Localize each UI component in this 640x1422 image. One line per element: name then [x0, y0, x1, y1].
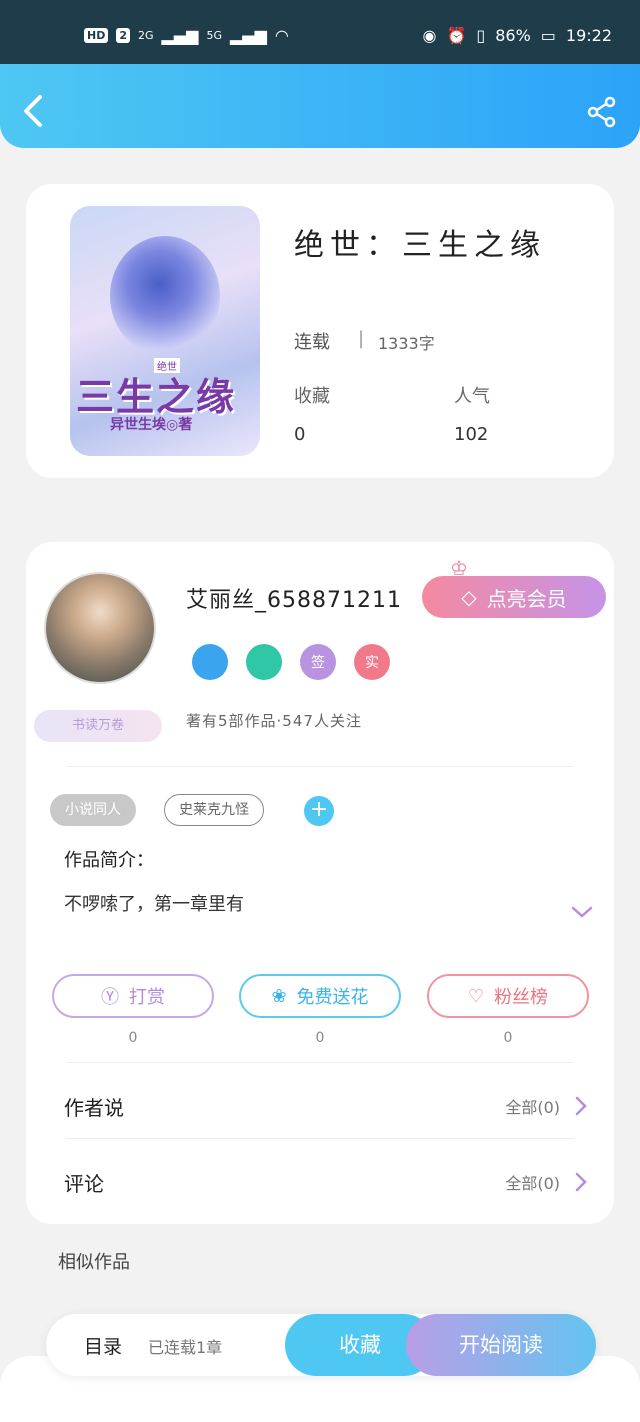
divider — [66, 766, 574, 767]
signal-icon: ▂▄▆ — [161, 26, 199, 45]
tag-shrek[interactable]: 史莱克九怪 — [164, 794, 264, 826]
meta-separator: | — [358, 328, 365, 349]
signed-medal[interactable]: 签 — [300, 644, 336, 680]
verified-medal[interactable]: 实 — [354, 644, 390, 680]
vibrate-icon: ▯ — [476, 26, 486, 45]
signal-5g-label: 5G — [206, 29, 222, 42]
vip-button-label: 点亮会员 — [486, 586, 567, 611]
cover-title: 三生之缘 — [76, 375, 237, 419]
alarm-icon: ⏰ — [446, 26, 467, 45]
add-tag-button[interactable]: + — [304, 796, 334, 826]
stat-popularity-label: 人气 — [454, 386, 490, 407]
avatar[interactable] — [44, 572, 156, 684]
medal-list: 签 实 — [192, 644, 390, 680]
status-bar: HD 2 2G ▂▄▆ 5G ▂▄▆ ◠ ◉ ⏰ ▯ 86% ▭ 19:22 — [0, 0, 640, 64]
battery-percent: 86% — [495, 26, 531, 45]
divider — [66, 1138, 574, 1139]
comments-label: 评论 — [64, 1172, 104, 1196]
share-icon[interactable] — [586, 96, 618, 128]
book-cover[interactable]: 绝世 三生之缘 异世生埃◎著 — [70, 206, 260, 456]
handshake-medal-icon[interactable] — [246, 644, 282, 680]
divider — [66, 1062, 574, 1063]
author-says-row[interactable]: 作者说 全部(0) — [64, 1086, 588, 1126]
author-username[interactable]: 艾丽丝_658871211 — [186, 582, 402, 614]
rank-badge: 书读万卷 — [34, 710, 162, 742]
sim-indicator: 2 — [116, 28, 130, 43]
chevron-down-icon[interactable] — [570, 904, 594, 920]
works-info: 著有5部作品·547人关注 — [186, 712, 362, 730]
book-info-card: 绝世 三生之缘 异世生埃◎著 绝世：三生之缘 连载 | 1333字 收藏 0 人… — [26, 184, 614, 478]
chevron-left-icon[interactable] — [20, 94, 48, 128]
eye-icon: ◉ — [422, 26, 437, 45]
chevron-right-icon — [575, 1096, 587, 1116]
send-flower-label: 免费送花 — [296, 987, 369, 1008]
cover-author: 异世生埃◎著 — [110, 417, 193, 433]
book-title: 绝世：三生之缘 — [294, 228, 546, 263]
start-reading-button[interactable]: 开始阅读 — [406, 1314, 596, 1376]
similar-works-heading: 相似作品 — [58, 1252, 130, 1273]
intro-label: 作品简介： — [64, 850, 154, 871]
diamond-icon: ◇ — [461, 585, 477, 609]
fan-count: 0 — [503, 1030, 513, 1046]
toc-button[interactable]: 目录 — [84, 1332, 122, 1359]
word-count: 1333字 — [378, 334, 435, 353]
reward-button[interactable]: Ⓨ 打赏 — [52, 974, 214, 1018]
signal-2g-label: 2G — [138, 29, 154, 42]
reward-label: 打赏 — [129, 987, 165, 1008]
intro-text: 不啰嗦了，第一章里有 — [64, 894, 244, 915]
clock: 19:22 — [565, 26, 612, 45]
cover-illustration — [110, 236, 220, 356]
battery-icon: ▭ — [540, 26, 556, 45]
comments-count: 全部(0) — [505, 1174, 560, 1193]
phone-medal-icon[interactable] — [192, 644, 228, 680]
hd-indicator: HD — [84, 28, 109, 43]
flower-count: 0 — [315, 1030, 325, 1046]
stat-popularity-value: 102 — [454, 424, 489, 445]
chapter-status: 已连载1章 — [148, 1338, 223, 1357]
stat-collect-label: 收藏 — [294, 386, 330, 407]
book-status: 连载 — [294, 332, 330, 353]
bottom-action-bar: 目录 已连载1章 收藏 开始阅读 — [46, 1314, 596, 1376]
wifi-icon: ◠ — [274, 26, 289, 45]
author-says-label: 作者说 — [64, 1096, 124, 1120]
signal-icon: ▂▄▆ — [229, 26, 267, 45]
top-header — [0, 64, 640, 148]
send-flower-button[interactable]: ❀ 免费送花 — [239, 974, 401, 1018]
chevron-right-icon — [575, 1172, 587, 1192]
tag-fanfic[interactable]: 小说同人 — [50, 794, 136, 826]
vip-button[interactable]: ◇ 点亮会员 — [422, 576, 606, 618]
author-says-count: 全部(0) — [505, 1098, 560, 1117]
stat-collect-value: 0 — [294, 424, 306, 445]
yen-icon: Ⓨ — [101, 987, 119, 1008]
fan-ranking-label: 粉丝榜 — [494, 987, 549, 1008]
flower-icon: ❀ — [271, 985, 287, 1007]
comments-row[interactable]: 评论 全部(0) — [64, 1162, 588, 1202]
reward-count: 0 — [128, 1030, 138, 1046]
user-heart-icon: ♡ — [467, 985, 485, 1007]
author-card: 书读万卷 艾丽丝_658871211 ♔ ◇ 点亮会员 签 实 著有5部作品·5… — [26, 542, 614, 1224]
fan-ranking-button[interactable]: ♡ 粉丝榜 — [427, 974, 589, 1018]
